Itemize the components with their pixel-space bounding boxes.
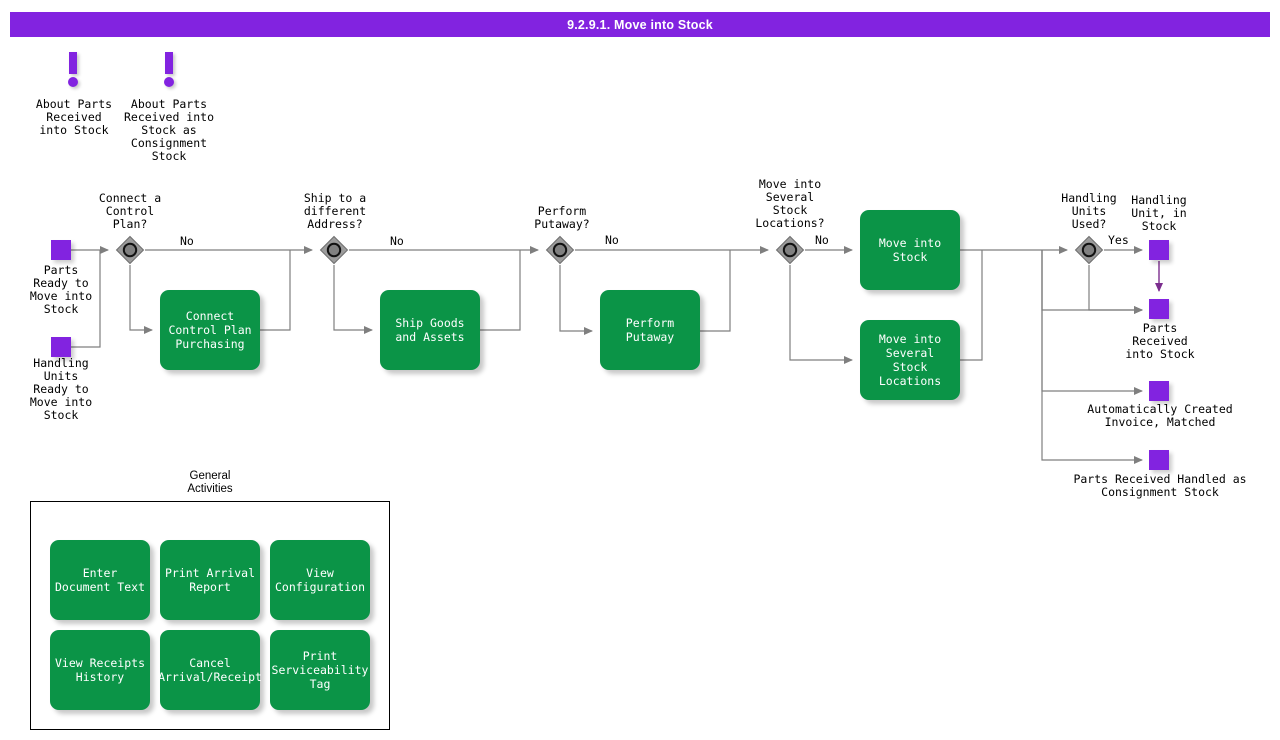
info-label-about-consignment: About Parts Received into Stock as Consi… [123,97,214,163]
gateway-label-connect-a-control-plan: Connect a Control Plan? [98,191,162,231]
general-activity-print-serviceability-tag[interactable]: Print Serviceability Tag [270,630,370,710]
gateway-label-move-into-several-stock-locations: Move into Several Stock Locations? [755,177,825,230]
gateway-handling-units-used[interactable] [1074,235,1104,265]
page-title: 9.2.9.1. Move into Stock [10,12,1270,37]
general-activity-enter-document-text[interactable]: Enter Document Text [50,540,150,620]
general-activity-view-receipts-history[interactable]: View Receipts History [50,630,150,710]
data-object-automatically-created-invoice-matched[interactable] [1149,381,1169,401]
data-object-parts-received-into-stock[interactable] [1149,299,1169,319]
gateway-perform-putaway[interactable] [545,235,575,265]
label-automatically-created-invoice-matched: Automatically Created Invoice, Matched [1087,402,1233,429]
general-activity-cancel-arrival-receipt[interactable]: Cancel Arrival/Receipt [158,630,262,710]
label-parts-ready-to-move-into-stock: Parts Ready to Move into Stock [29,263,93,316]
task-perform-putaway[interactable]: Perform Putaway [600,290,700,370]
task-connect-control-plan-purchasing[interactable]: Connect Control Plan Purchasing [160,290,260,370]
gateway-label-handling-units-used: Handling Units Used? [1061,191,1117,231]
label-handling-unit-in-stock: Handling Unit, in Stock [1131,193,1187,233]
gateway-label-perform-putaway: Perform Putaway? [534,204,590,231]
task-ship-goods-and-assets[interactable]: Ship Goods and Assets [380,290,480,370]
gateway-move-into-several-stock-locations[interactable] [775,235,805,265]
gateway-connect-a-control-plan[interactable] [115,235,145,265]
exclamation-dot [164,77,174,87]
data-object-handling-unit-in-stock[interactable] [1149,240,1169,260]
exclamation-bar [165,52,173,74]
exclamation-icon-about-parts-received[interactable] [66,52,80,88]
data-object-parts-received-handled-as-consignment-stock[interactable] [1149,450,1169,470]
general-activity-print-arrival-report[interactable]: Print Arrival Report [160,540,260,620]
process-diagram-canvas: 9.2.9.1. Move into Stock About Parts Rec… [0,0,1280,740]
exclamation-bar [69,52,77,74]
general-activities-title: General Activities [187,470,233,495]
task-move-into-stock[interactable]: Move into Stock [860,210,960,290]
label-parts-received-handled-as-consignment-stock: Parts Received Handled as Consignment St… [1073,472,1247,499]
exclamation-icon-about-consignment[interactable] [162,52,176,88]
label-parts-received-into-stock: Parts Received into Stock [1125,321,1195,361]
data-object-handling-units-ready-to-move-into-stock[interactable] [51,337,71,357]
gateway-label-ship-to-a-different-address: Ship to a different Address? [303,191,367,231]
edge-label-no-perform-putaway: No [605,233,619,247]
data-object-parts-ready-to-move-into-stock[interactable] [51,240,71,260]
edge-label-no-move-several-locations: No [815,233,829,247]
general-activity-view-configuration[interactable]: View Configuration [270,540,370,620]
task-move-into-several-stock-locations[interactable]: Move into Several Stock Locations [860,320,960,400]
exclamation-dot [68,77,78,87]
edge-label-no-ship-different-address: No [390,234,404,248]
label-handling-units-ready-to-move-into-stock: Handling Units Ready to Move into Stock [29,356,93,422]
edge-label-no-connect-control-plan: No [180,234,194,248]
gateway-ship-to-a-different-address[interactable] [319,235,349,265]
edge-label-yes-handling-units-used: Yes [1108,233,1129,247]
